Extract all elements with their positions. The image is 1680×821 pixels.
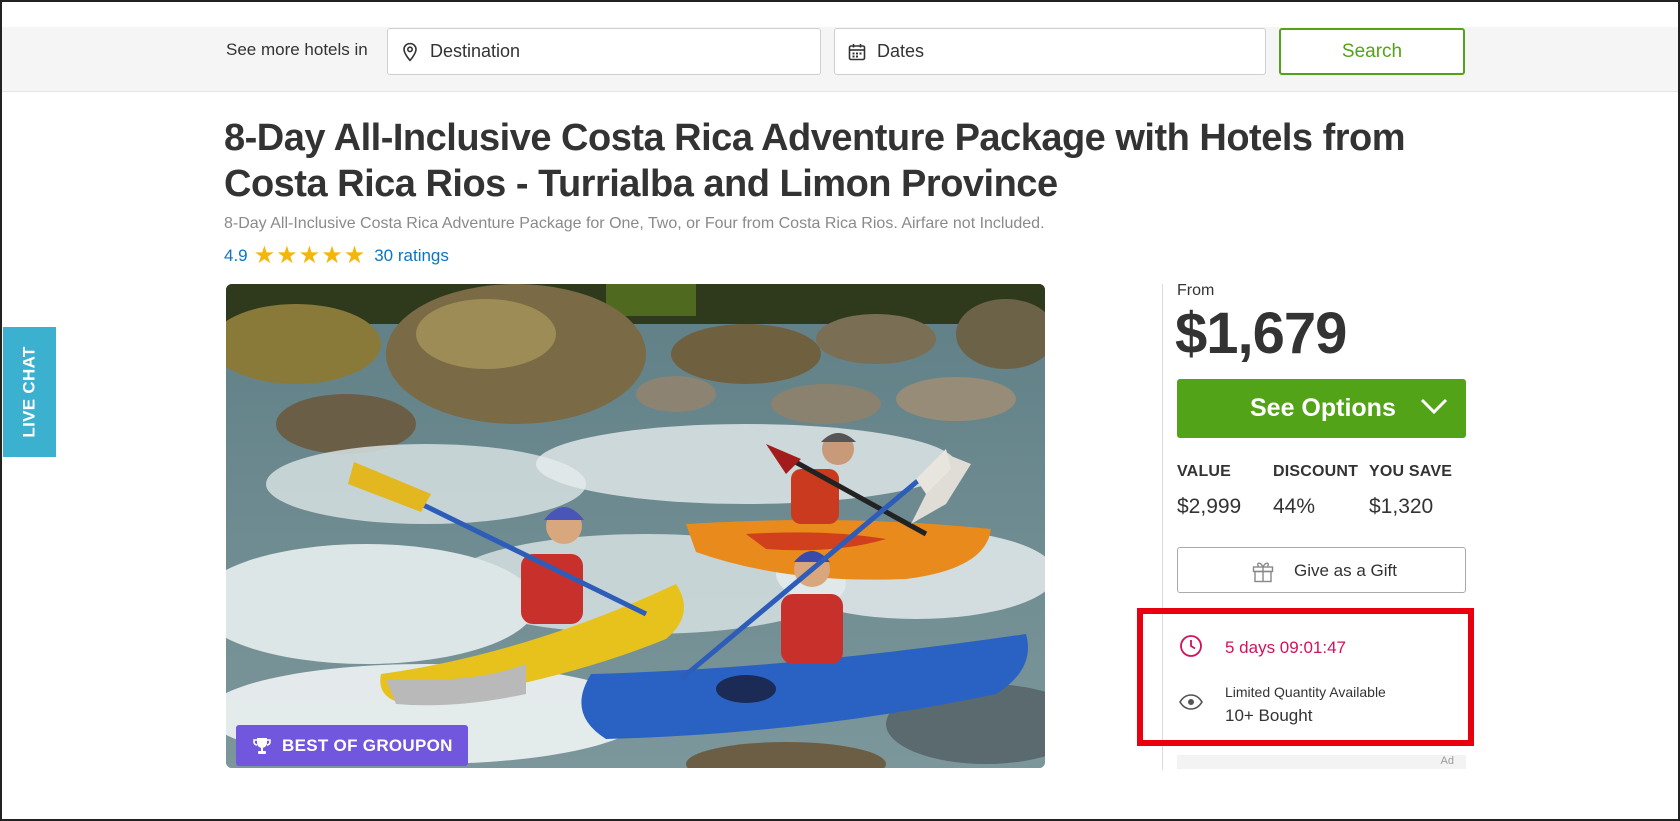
ad-label: Ad: [1440, 755, 1454, 767]
star-icon: ★: [276, 242, 298, 269]
trophy-icon: [252, 736, 272, 756]
value-amount: $2,999: [1177, 495, 1242, 518]
limited-quantity-text: Limited Quantity Available: [1225, 684, 1386, 700]
rating-stars: ★ ★ ★ ★ ★: [253, 242, 367, 269]
live-chat-tab[interactable]: LIVE CHAT: [3, 327, 56, 457]
see-options-button[interactable]: See Options: [1177, 379, 1466, 438]
clock-icon: [1179, 634, 1203, 658]
ad-banner[interactable]: Ad: [1177, 755, 1466, 769]
value-label: VALUE: [1177, 463, 1232, 480]
deal-title: 8-Day All-Inclusive Costa Rica Adventure…: [224, 117, 1406, 205]
see-options-label: See Options: [1250, 394, 1396, 422]
gift-icon: [1251, 559, 1275, 583]
discount-stat: DISCOUNT 44%: [1273, 463, 1358, 519]
destination-input[interactable]: Destination: [387, 28, 821, 75]
deal-price: $1,679: [1175, 301, 1347, 366]
dates-placeholder: Dates: [877, 41, 925, 61]
star-icon: ★: [253, 242, 276, 269]
dates-input[interactable]: Dates: [834, 28, 1266, 75]
search-button[interactable]: Search: [1279, 28, 1465, 75]
calendar-icon: [847, 42, 867, 62]
star-icon: ★: [343, 242, 366, 269]
countdown-timer: 5 days 09:01:47: [1225, 638, 1346, 657]
deal-subtitle: 8-Day All-Inclusive Costa Rica Adventure…: [224, 215, 1045, 232]
star-icon: ★: [298, 242, 321, 269]
live-chat-label: LIVE CHAT: [19, 346, 39, 438]
see-more-hotels-label: See more hotels in: [226, 40, 368, 59]
give-as-gift-label: Give as a Gift: [1294, 561, 1397, 580]
rating-summary: 4.9 ★ ★ ★ ★ ★ 30 ratings: [224, 242, 449, 269]
give-as-gift-button[interactable]: Give as a Gift: [1177, 547, 1466, 593]
you-save-label: YOU SAVE: [1369, 463, 1453, 480]
urgency-highlight-box: 5 days 09:01:47 Limited Quantity Availab…: [1137, 608, 1474, 746]
value-stat: VALUE $2,999: [1177, 463, 1241, 519]
badge-label: BEST OF GROUPON: [282, 735, 453, 755]
deal-hero-image[interactable]: BEST OF GROUPON: [226, 284, 1045, 768]
ratings-link[interactable]: 30 ratings: [374, 246, 449, 266]
star-icon: ★: [321, 242, 343, 269]
chevron-down-icon: [1420, 397, 1448, 415]
destination-placeholder: Destination: [430, 41, 521, 61]
best-of-groupon-badge: BEST OF GROUPON: [236, 725, 468, 766]
bought-count: 10+ Bought: [1225, 706, 1313, 725]
map-pin-icon: [400, 42, 420, 62]
discount-label: DISCOUNT: [1273, 463, 1359, 480]
you-save-amount: $1,320: [1369, 495, 1434, 518]
eye-icon: [1179, 694, 1203, 710]
kayaking-photo: [226, 284, 1045, 768]
discount-amount: 44%: [1273, 495, 1316, 518]
rating-score: 4.9: [224, 246, 248, 265]
from-label: From: [1177, 282, 1215, 299]
you-save-stat: YOU SAVE $1,320: [1369, 463, 1452, 519]
